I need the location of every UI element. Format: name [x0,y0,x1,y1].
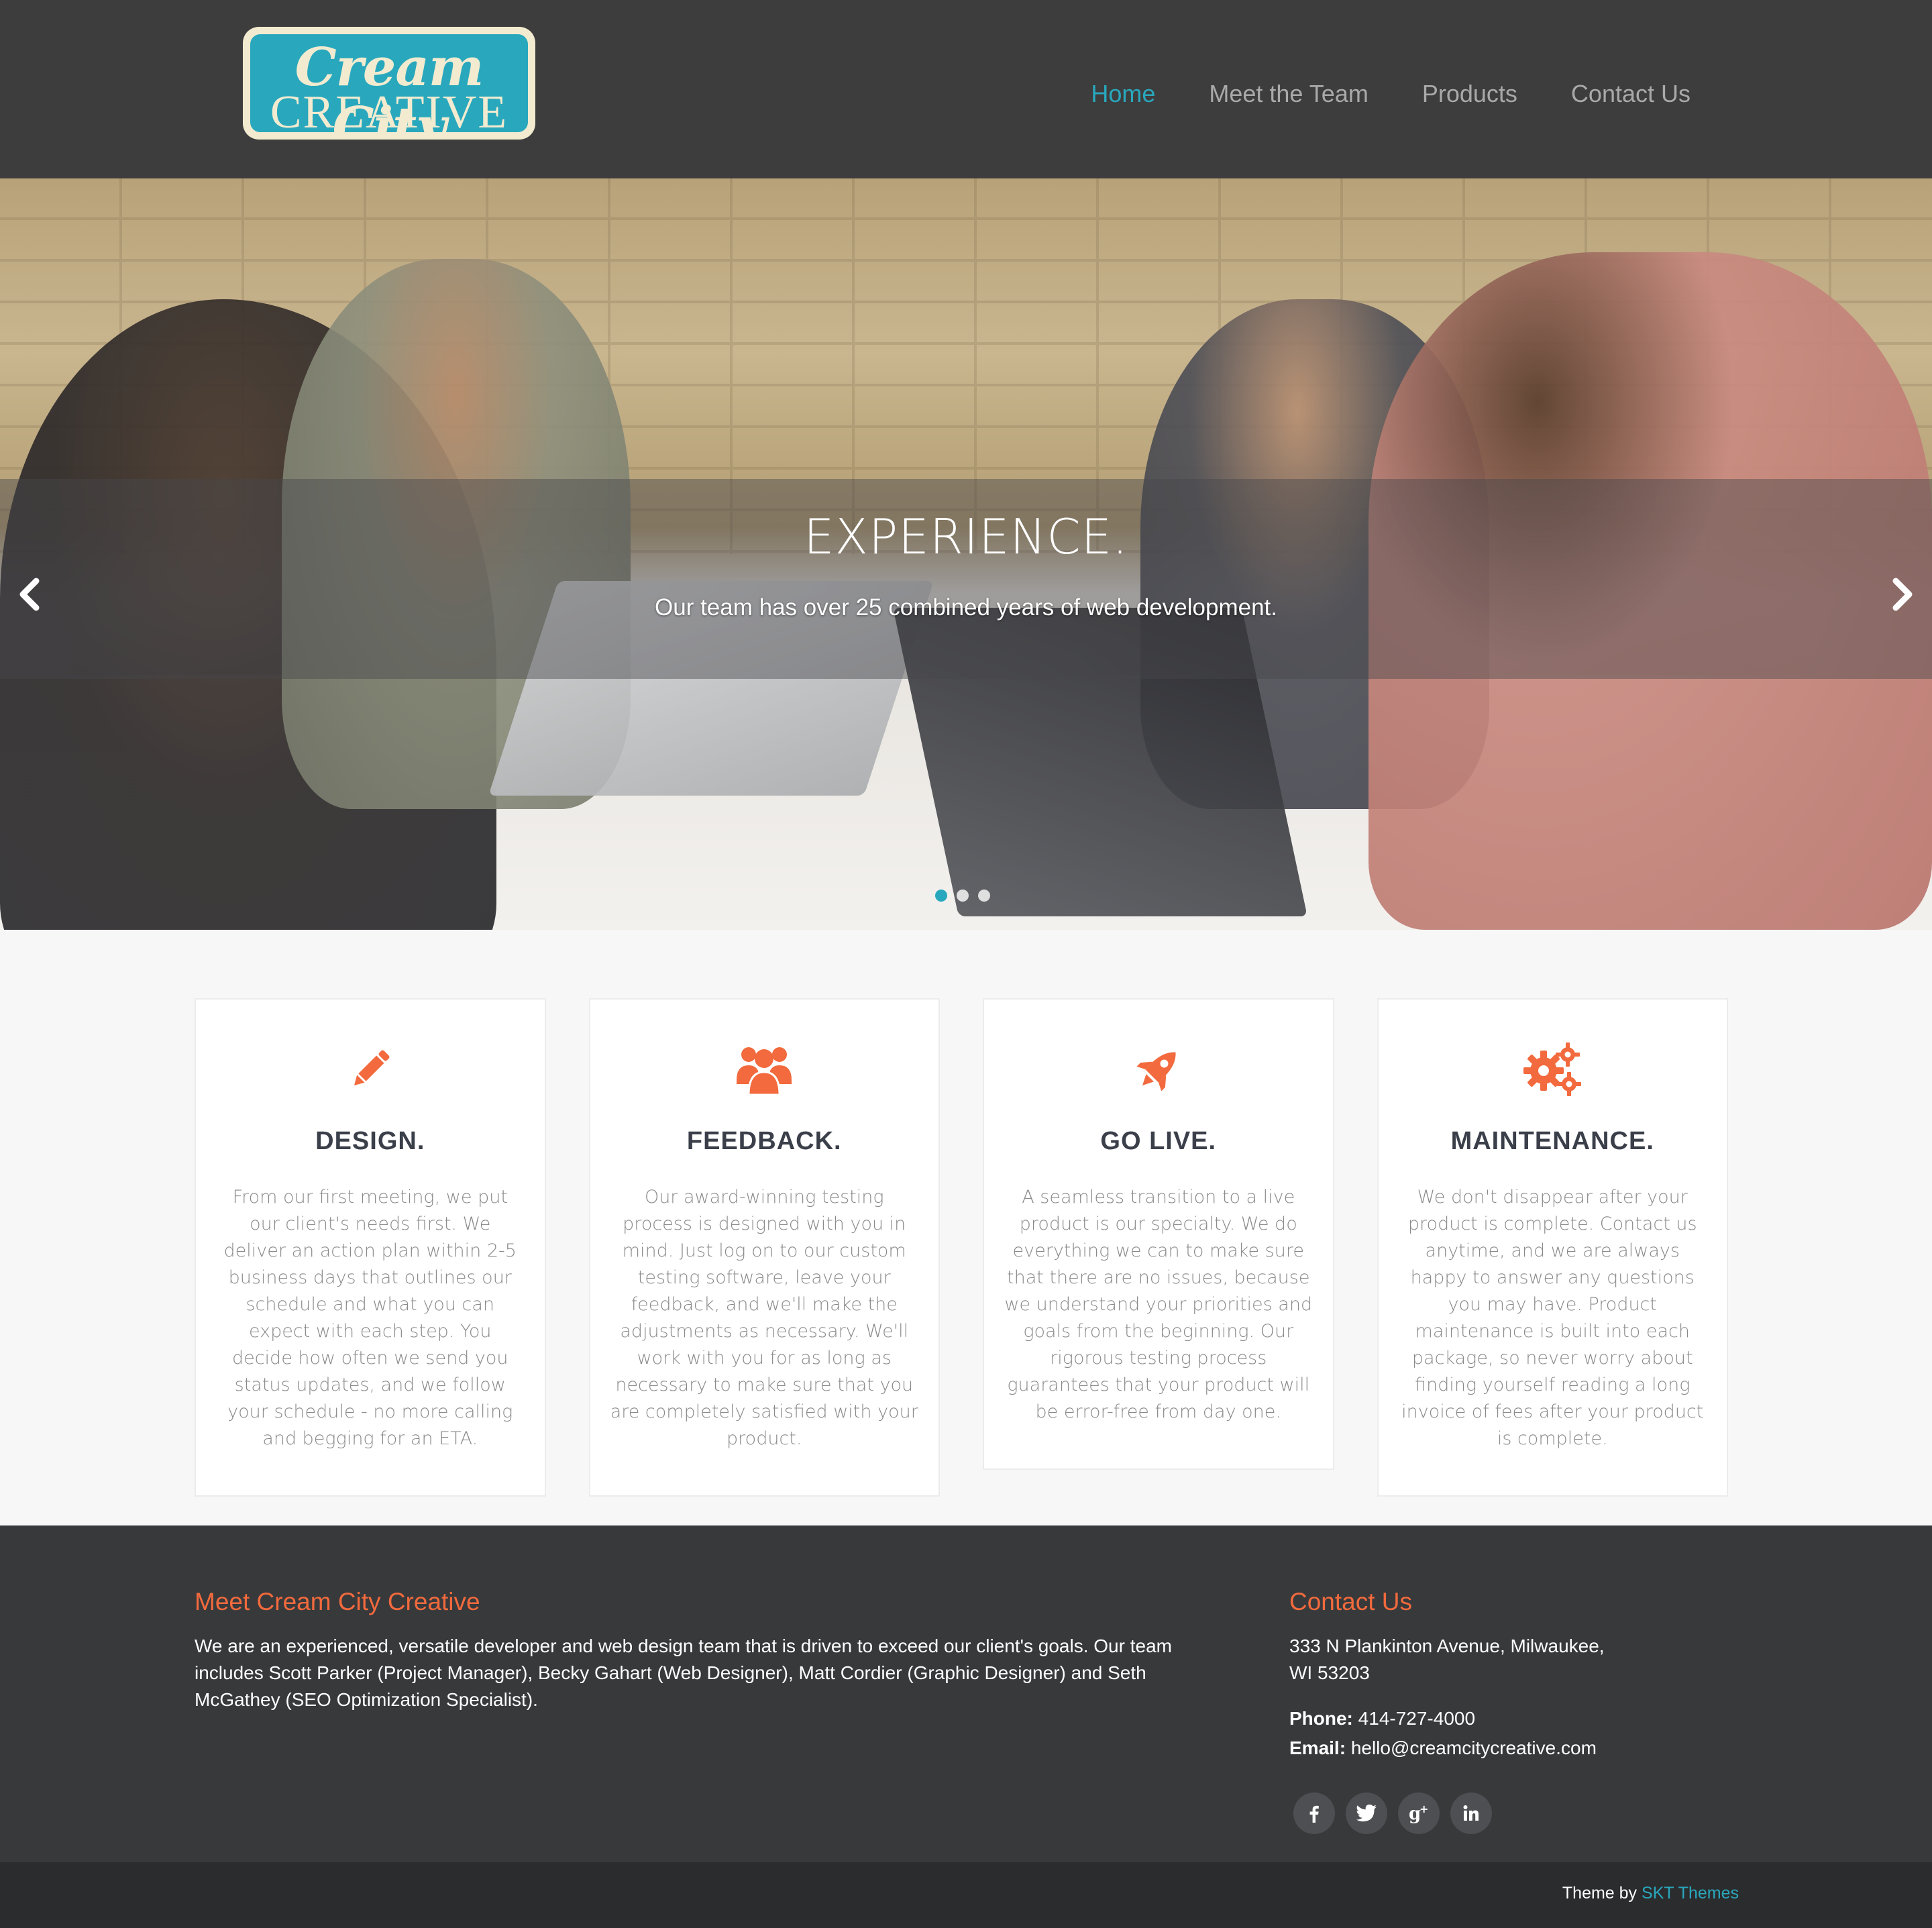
feature-title: DESIGN. [315,1127,425,1155]
pencil-icon [354,1050,390,1086]
feature-title: FEEDBACK. [686,1127,842,1155]
feature-text: From our first meeting, we put our clien… [223,1187,517,1449]
svg-text:+: + [1419,1803,1428,1815]
footer-address: 333 N Plankinton Avenue, Milwaukee, WI 5… [1289,1633,1692,1686]
slider-dot-1[interactable] [935,890,947,902]
users-icon [737,1047,792,1096]
slider-dot-2[interactable] [957,890,969,902]
credit-prefix: Theme by [1562,1884,1638,1903]
rocket-icon [1136,1052,1176,1091]
chevron-left-icon [19,578,40,611]
phone-value[interactable]: 414-727-4000 [1358,1708,1475,1729]
feature-card-design: DESIGN. From our first meeting, we put o… [195,998,546,1497]
chevron-right-icon [1892,578,1913,611]
feature-title: MAINTENANCE. [1450,1127,1654,1155]
feature-card-maintenance: MAINTENANCE. We don't disappear after yo… [1377,998,1728,1497]
hero-title: EXPERIENCE. [804,508,1128,565]
feature-title: GO LIVE. [1100,1127,1217,1155]
footer-about: Meet Cream City Creative We are an exper… [195,1585,1214,1713]
google-plus-icon[interactable]: g + [1398,1792,1440,1834]
feature-card-go-live: GO LIVE. A seamless transition to a live… [983,998,1334,1470]
site-logo[interactable]: Cream City CREATIVE [243,27,535,140]
footer-about-heading: Meet Cream City Creative [195,1588,480,1615]
address-line-1: 333 N Plankinton Avenue, Milwaukee, [1289,1636,1605,1656]
twitter-icon[interactable] [1346,1792,1387,1834]
copyright-bar: Theme by SKT Themes [0,1862,1932,1928]
footer-about-text: We are an experienced, versatile develop… [195,1636,1172,1710]
site-header: Cream City CREATIVE Home Meet the Team P… [0,0,1932,178]
nav-item-home[interactable]: Home [1091,74,1155,114]
logo-line2: CREATIVE [270,87,508,134]
feature-card-feedback: FEEDBACK. Our award-winning testing proc… [588,998,940,1497]
nav-item-meet-the-team[interactable]: Meet the Team [1209,74,1368,114]
main-nav: Home Meet the Team Products Contact Us [1091,74,1690,114]
nav-item-contact-us[interactable]: Contact Us [1571,74,1690,114]
email-value[interactable]: hello@creamcitycreative.com [1351,1737,1597,1758]
google-plus-glyph: g + [1409,1803,1428,1823]
social-links: g + [1293,1792,1692,1834]
email-label: Email: [1289,1737,1346,1758]
twitter-glyph [1356,1805,1377,1822]
slider-dots [935,890,990,902]
feature-text: Our award-winning testing process is des… [610,1187,918,1449]
nav-item-products[interactable]: Products [1422,74,1517,114]
linkedin-icon[interactable] [1450,1792,1492,1834]
phone-label: Phone: [1289,1708,1353,1729]
theme-credit: Theme by SKT Themes [1562,1884,1739,1903]
footer-contact: Contact Us 333 N Plankinton Avenue, Milw… [1289,1585,1692,1834]
footer-email: Email: hello@creamcitycreative.com [1289,1733,1692,1763]
gears-icon [1523,1042,1582,1096]
features-section: DESIGN. From our first meeting, we put o… [195,998,1728,1497]
feature-text: A seamless transition to a live product … [1004,1187,1313,1422]
footer-phone: Phone: 414-727-4000 [1289,1704,1692,1733]
logo-badge: Cream City CREATIVE [248,32,530,134]
site-footer: Meet Cream City Creative We are an exper… [0,1525,1932,1862]
hero-slider: EXPERIENCE. Our team has over 25 combine… [0,178,1932,930]
facebook-icon[interactable] [1293,1792,1335,1834]
slider-dot-3[interactable] [978,890,990,902]
linkedin-glyph [1463,1805,1479,1821]
credit-link[interactable]: SKT Themes [1642,1884,1739,1903]
feature-text: We don't disappear after your product is… [1401,1187,1704,1449]
slider-prev-button[interactable] [9,568,50,621]
facebook-glyph [1309,1805,1319,1823]
address-line-2: WI 53203 [1289,1662,1370,1683]
hero-subtitle: Our team has over 25 combined years of w… [655,594,1277,621]
slider-next-button[interactable] [1882,568,1923,621]
footer-contact-heading: Contact Us [1289,1588,1413,1615]
